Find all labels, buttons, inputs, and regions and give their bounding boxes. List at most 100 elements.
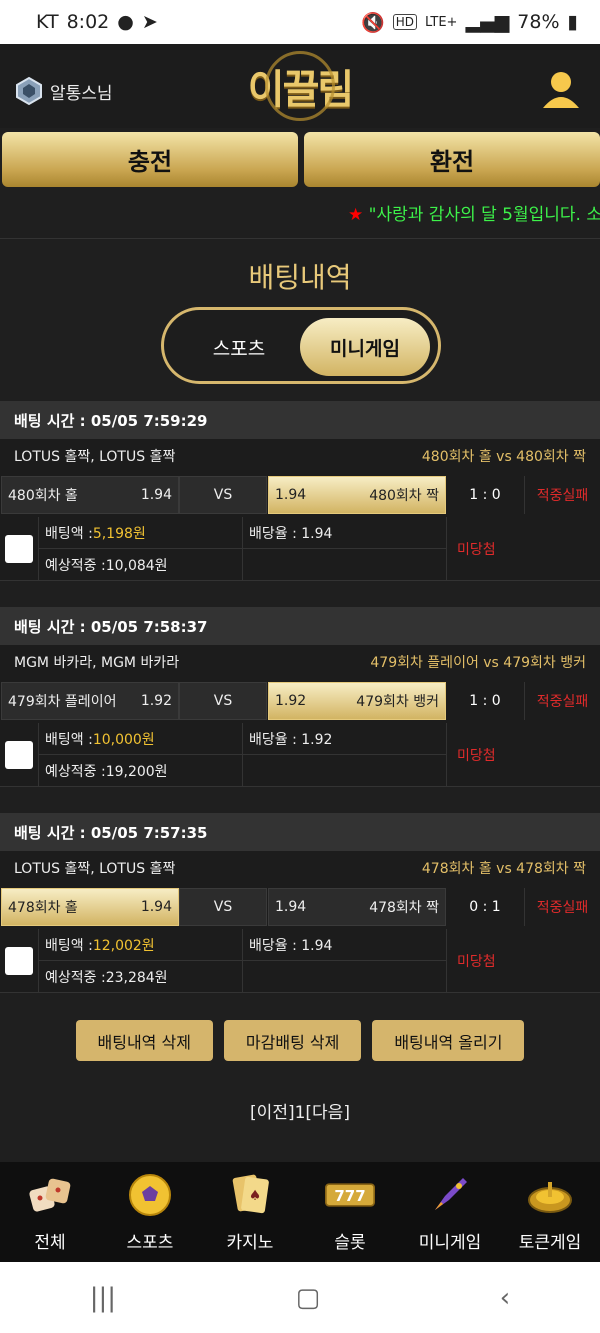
bet-amount-line: 배팅액 : 10,000원: [39, 723, 242, 754]
post-history-button[interactable]: 배팅내역 올리기: [372, 1020, 525, 1061]
bet-detail: 배팅액 : 12,002원 예상적중 : 23,284원 배당율 : 1.94 …: [0, 929, 600, 993]
home-icon[interactable]: ▢: [296, 1283, 321, 1313]
away-odds: 1.94: [275, 487, 307, 503]
nav-minigame[interactable]: 미니게임: [400, 1162, 500, 1262]
network-type: LTE+: [424, 14, 458, 30]
win-status: 미당첨: [446, 517, 600, 580]
select-checkbox[interactable]: [5, 740, 33, 769]
away-name: 479회차 뱅커: [356, 694, 439, 710]
bet-amount-label: 배팅액 :: [45, 731, 93, 748]
home-pick[interactable]: 479회차 플레이어 1.92: [1, 682, 179, 720]
delete-closed-button[interactable]: 마감배팅 삭제: [223, 1020, 362, 1061]
matchup: 479회차 플레이어 vs 479회차 뱅커: [370, 655, 586, 671]
system-nav: ||| ▢ ‹: [0, 1262, 600, 1333]
history-actions: 배팅내역 삭제 마감배팅 삭제 배팅내역 올리기: [0, 1020, 600, 1061]
amount-col: 배팅액 : 12,002원 예상적중 : 23,284원: [38, 929, 242, 992]
bet-amount-label: 배팅액 :: [45, 937, 93, 954]
nav-slot-label: 슬롯: [334, 1233, 366, 1253]
nav-token[interactable]: 토큰게임: [500, 1162, 600, 1262]
mute-icon: 🔇: [361, 11, 385, 34]
away-pick[interactable]: 1.94 478회차 짝: [268, 888, 446, 926]
back-icon[interactable]: ‹: [500, 1283, 510, 1313]
tab-sports[interactable]: 스포츠: [174, 318, 304, 376]
bet-amount-label: 배팅액 :: [45, 525, 93, 542]
expected-line: 예상적중 : 19,200원: [39, 754, 242, 786]
empty-cell: [243, 754, 446, 786]
bet-amount: 5,198원: [92, 525, 146, 542]
matchup: 480회차 홀 vs 480회차 짝: [421, 449, 586, 465]
empty-cell: [243, 960, 446, 992]
select-checkbox[interactable]: [5, 534, 33, 563]
nav-all[interactable]: 전체: [0, 1162, 100, 1262]
dice-icon: [29, 1178, 71, 1212]
pagination[interactable]: [이전]1[다음]: [0, 1098, 600, 1123]
delete-history-button[interactable]: 배팅내역 삭제: [75, 1020, 213, 1061]
expected-label: 예상적중 :: [45, 557, 106, 574]
user-info[interactable]: 알통스님: [14, 76, 113, 106]
withdraw-button[interactable]: 환전: [304, 132, 600, 187]
amount-col: 배팅액 : 10,000원 예상적중 : 19,200원: [38, 723, 242, 786]
away-pick-selected[interactable]: 1.92 479회차 뱅커: [268, 682, 446, 720]
result-badge: 적중실패: [524, 888, 600, 926]
svg-text:777: 777: [334, 1187, 365, 1205]
bet-detail: 배팅액 : 5,198원 예상적중 : 10,084원 배당율 : 1.94 미…: [0, 517, 600, 581]
expected-amount: 10,084원: [105, 557, 168, 574]
expected-line: 예상적중 : 23,284원: [39, 960, 242, 992]
rate-col: 배당율 : 1.94: [242, 517, 446, 580]
battery-icon: ▮: [567, 11, 578, 33]
recents-icon[interactable]: |||: [90, 1283, 116, 1313]
deposit-button[interactable]: 충전: [2, 132, 298, 187]
nav-token-label: 토큰게임: [518, 1233, 582, 1253]
star-icon: ★: [348, 205, 364, 225]
amount-col: 배팅액 : 5,198원 예상적중 : 10,084원: [38, 517, 242, 580]
home-odds: 1.94: [140, 487, 172, 503]
bet-game-row: MGM 바카라, MGM 바카라 479회차 플레이어 vs 479회차 뱅커: [0, 645, 600, 679]
select-cell: [0, 517, 38, 580]
nav-casino-label: 카지노: [226, 1233, 274, 1253]
bet-game-row: LOTUS 홀짝, LOTUS 홀짝 480회차 홀 vs 480회차 짝: [0, 439, 600, 473]
bet-amount-line: 배팅액 : 5,198원: [39, 517, 242, 548]
odds-row: 479회차 플레이어 1.92 VS 1.92 479회차 뱅커 1 : 0 적…: [0, 679, 600, 723]
rate-col: 배당율 : 1.94: [242, 929, 446, 992]
expected-amount: 19,200원: [105, 763, 168, 780]
select-checkbox[interactable]: [5, 946, 33, 975]
result-badge: 적중실패: [524, 476, 600, 514]
cards-icon: ♠: [232, 1174, 269, 1214]
tab-group: 스포츠 미니게임: [161, 307, 441, 384]
home-pick[interactable]: 480회차 홀 1.94: [1, 476, 179, 514]
home-odds: 1.92: [140, 693, 172, 709]
clock: 8:02: [66, 11, 110, 33]
hd-icon: HD: [392, 14, 417, 30]
divider: [0, 238, 600, 239]
svg-text:♠: ♠: [249, 1188, 262, 1204]
profile-icon[interactable]: [540, 68, 582, 110]
nav-casino[interactable]: ♠ 카지노: [200, 1162, 300, 1262]
status-bar: KT 8:02 ● ➤ 🔇 HD LTE+ ▂▄▆ 78% ▮: [0, 0, 600, 44]
nav-sports[interactable]: 스포츠: [100, 1162, 200, 1262]
score: 1 : 0: [469, 487, 501, 503]
away-odds: 1.94: [275, 899, 307, 915]
away-name: 478회차 짝: [369, 900, 439, 916]
odds-row: 480회차 홀 1.94 VS 1.94 480회차 짝 1 : 0 적중실패: [0, 473, 600, 517]
expected-amount: 23,284원: [105, 969, 168, 986]
page-title: 배팅내역: [248, 261, 352, 294]
rocket-icon: [435, 1178, 467, 1210]
game-name: LOTUS 홀짝, LOTUS 홀짝: [14, 861, 176, 877]
vs-label: VS: [179, 476, 267, 514]
game-name: MGM 바카라, MGM 바카라: [14, 655, 180, 671]
nav-slot[interactable]: 777 슬롯: [300, 1162, 400, 1262]
away-pick-selected[interactable]: 1.94 480회차 짝: [268, 476, 446, 514]
tab-minigame[interactable]: 미니게임: [300, 318, 430, 376]
bottom-nav: 전체 스포츠 ♠ 카지노 777 슬롯 미니게임 토큰게임: [0, 1162, 600, 1262]
payout-rate: 배당율 : 1.94: [249, 937, 333, 954]
notice-text: "사랑과 감사의 달 5월입니다. 소: [368, 205, 600, 225]
bet-card: 배팅 시간 : 05/05 7:58:37 MGM 바카라, MGM 바카라 4…: [0, 607, 600, 787]
home-pick-selected[interactable]: 478회차 홀 1.94: [1, 888, 179, 926]
bet-game-row: LOTUS 홀짝, LOTUS 홀짝 478회차 홀 vs 478회차 짝: [0, 851, 600, 885]
bet-time: 배팅 시간 : 05/05 7:58:37: [0, 607, 600, 645]
logo[interactable]: 이끌림: [245, 50, 355, 122]
bet-card: 배팅 시간 : 05/05 7:57:35 LOTUS 홀짝, LOTUS 홀짝…: [0, 813, 600, 993]
bet-amount-line: 배팅액 : 12,002원: [39, 929, 242, 960]
payout-rate: 배당율 : 1.92: [249, 731, 333, 748]
payout-rate: 배당율 : 1.94: [249, 525, 333, 542]
